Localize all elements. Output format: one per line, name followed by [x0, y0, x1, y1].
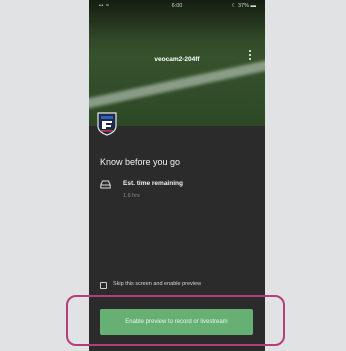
battery-indicator: ☾ 37% ▬	[231, 3, 257, 9]
device-name: veocam2-204ff	[154, 56, 200, 63]
drive-icon	[100, 180, 111, 189]
time-remaining-value: 1.6 hrs	[123, 193, 140, 199]
annotation-highlight-box	[66, 295, 285, 346]
time-remaining-label: Est. time remaining	[123, 180, 183, 187]
camera-preview-image	[89, 0, 265, 126]
skip-checkbox-label: Skip this screen and enable preview	[113, 281, 202, 287]
skip-checkbox[interactable]	[100, 282, 107, 289]
team-shield-icon	[97, 112, 117, 136]
status-bar: •• ≈ 6:00 ☾ 37% ▬	[89, 0, 265, 12]
page-heading: Know before you go	[100, 157, 181, 167]
more-options-icon[interactable]	[249, 50, 252, 64]
